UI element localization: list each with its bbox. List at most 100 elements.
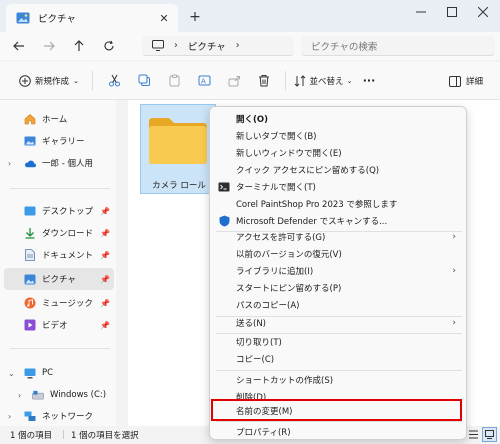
- network-icon: [24, 410, 36, 422]
- arrow-right-icon: [44, 41, 55, 51]
- nav-divider: [10, 188, 110, 189]
- nav-item-onedrive[interactable]: › 一郎 - 個人用: [4, 152, 114, 174]
- sort-button[interactable]: 並べ替え ⌄: [292, 68, 354, 94]
- menu-item-restore-previous[interactable]: 以前のバージョンの復元(V): [214, 246, 464, 262]
- search-input[interactable]: ピクチャの検索: [301, 36, 495, 56]
- folder-name: カメラ ロール: [152, 181, 206, 191]
- nav-item-pictures[interactable]: ピクチャ 📌: [4, 268, 114, 290]
- home-icon: [24, 113, 36, 125]
- chevron-right-icon[interactable]: ›: [8, 412, 11, 421]
- address-row: › ピクチャ › ピクチャの検索: [0, 32, 500, 60]
- sort-icon: [294, 74, 305, 87]
- menu-item-open-terminal[interactable]: ターミナルで開く(T): [214, 179, 464, 195]
- menu-item-send-to[interactable]: 送る(N) ›: [214, 315, 464, 331]
- new-tab-button[interactable]: +: [186, 8, 204, 26]
- menu-item-add-to-library[interactable]: ライブラリに追加(I) ›: [214, 263, 464, 279]
- nav-item-music[interactable]: ミュージック 📌: [4, 292, 114, 314]
- plus-circle-icon: [19, 74, 31, 87]
- menu-separator: [216, 370, 462, 371]
- copy-button[interactable]: [129, 68, 159, 94]
- back-button[interactable]: [4, 34, 34, 58]
- search-placeholder: ピクチャの検索: [311, 41, 378, 53]
- maximize-button[interactable]: [437, 0, 467, 24]
- menu-item-copy[interactable]: コピー(C): [214, 351, 464, 367]
- menu-item-open-new-tab[interactable]: 新しいタブで開く(B): [214, 128, 464, 144]
- command-bar: 新規作成 ⌄ A 並べ替え ⌄ ··· 詳細: [0, 62, 500, 100]
- chevron-right-icon: ›: [452, 318, 456, 328]
- drive-icon: [32, 389, 44, 401]
- nav-item-home[interactable]: ホーム: [4, 108, 114, 130]
- chevron-down-icon: ⌄: [73, 76, 79, 85]
- menu-item-pin-quick-access[interactable]: クイック アクセスにピン留めする(Q): [214, 162, 464, 178]
- nav-item-desktop[interactable]: デスクトップ 📌: [4, 200, 114, 222]
- nav-item-pc[interactable]: ⌄ PC: [4, 362, 114, 384]
- shield-icon: [218, 215, 230, 227]
- chevron-right-icon[interactable]: ›: [18, 391, 21, 400]
- pin-icon: 📌: [100, 228, 110, 238]
- clipboard-icon: [169, 74, 179, 87]
- menu-item-pin-start[interactable]: スタートにピン留めする(P): [214, 280, 464, 296]
- chevron-right-icon[interactable]: ›: [8, 159, 11, 168]
- cut-button[interactable]: [99, 68, 129, 94]
- pin-icon: 📌: [100, 320, 110, 330]
- chevron-down-icon[interactable]: ⌄: [8, 369, 15, 378]
- menu-item-give-access[interactable]: アクセスを許可する(G) ›: [214, 229, 464, 245]
- menu-item-open-new-window[interactable]: 新しいウィンドウで開く(E): [214, 145, 464, 161]
- status-divider: |: [62, 430, 65, 440]
- menu-item-properties[interactable]: プロパティ(R): [214, 424, 464, 440]
- forward-button[interactable]: [34, 34, 64, 58]
- paste-button[interactable]: [159, 68, 189, 94]
- details-button[interactable]: 詳細: [444, 68, 488, 94]
- chevron-right-icon: ›: [452, 232, 456, 242]
- nav-item-documents[interactable]: ドキュメント 📌: [4, 244, 114, 266]
- refresh-icon: [104, 40, 114, 51]
- chevron-right-icon: ›: [452, 266, 456, 276]
- pin-icon: 📌: [100, 298, 110, 308]
- document-icon: [24, 249, 36, 261]
- tile-view-button[interactable]: [482, 427, 497, 442]
- address-bar[interactable]: › ピクチャ ›: [142, 36, 294, 56]
- tile-view-icon: [485, 430, 494, 439]
- folder-icon: [149, 118, 207, 164]
- menu-item-open[interactable]: 開く(O): [214, 111, 464, 127]
- minimize-button[interactable]: [406, 0, 436, 24]
- menu-item-defender-scan[interactable]: Microsoft Defender でスキャンする...: [214, 213, 464, 229]
- menu-item-paintshop[interactable]: Corel PaintShop Pro 2023 で参照します: [214, 196, 464, 212]
- pin-icon: 📌: [100, 250, 110, 260]
- breadcrumb-chevron-icon[interactable]: ›: [236, 40, 240, 51]
- maximize-icon: [447, 7, 457, 17]
- pin-icon: 📌: [100, 274, 110, 284]
- tab-title: ピクチャ: [38, 14, 76, 25]
- up-button[interactable]: [64, 34, 94, 58]
- svg-text:A: A: [201, 78, 206, 86]
- list-view-button[interactable]: [468, 429, 479, 443]
- music-icon: [24, 297, 36, 309]
- menu-item-create-shortcut[interactable]: ショートカットの作成(S): [214, 372, 464, 388]
- nav-item-videos[interactable]: ビデオ 📌: [4, 314, 114, 336]
- copy-icon: [138, 74, 150, 86]
- item-count: 1 個の項目: [10, 431, 53, 441]
- new-button[interactable]: 新規作成 ⌄: [12, 68, 86, 94]
- arrow-left-icon: [13, 41, 24, 51]
- share-button[interactable]: [219, 68, 249, 94]
- breadcrumb-pictures[interactable]: ピクチャ: [188, 39, 226, 53]
- rename-icon: A: [198, 75, 210, 86]
- folder-camera-roll[interactable]: カメラ ロール: [140, 104, 216, 194]
- pictures-icon: [16, 12, 30, 24]
- rename-button[interactable]: A: [189, 68, 219, 94]
- delete-button[interactable]: [249, 68, 279, 94]
- tab-pictures[interactable]: ピクチャ ✕: [6, 4, 178, 32]
- breadcrumb-separator-icon: ›: [174, 40, 178, 51]
- menu-item-cut[interactable]: 切り取り(T): [214, 334, 464, 350]
- nav-item-windows-c[interactable]: › Windows (C:): [4, 384, 114, 406]
- desktop-icon: [24, 205, 36, 217]
- close-tab-button[interactable]: ✕: [156, 10, 172, 26]
- nav-item-gallery[interactable]: ギャラリー: [4, 130, 114, 152]
- close-window-button[interactable]: [468, 0, 498, 24]
- menu-item-copy-path[interactable]: パスのコピー(A): [214, 297, 464, 313]
- more-button[interactable]: ···: [354, 68, 384, 94]
- nav-item-downloads[interactable]: ダウンロード 📌: [4, 222, 114, 244]
- nav-item-network[interactable]: › ネットワーク: [4, 408, 114, 424]
- refresh-button[interactable]: [94, 34, 124, 58]
- title-bar: ピクチャ ✕ +: [0, 0, 500, 32]
